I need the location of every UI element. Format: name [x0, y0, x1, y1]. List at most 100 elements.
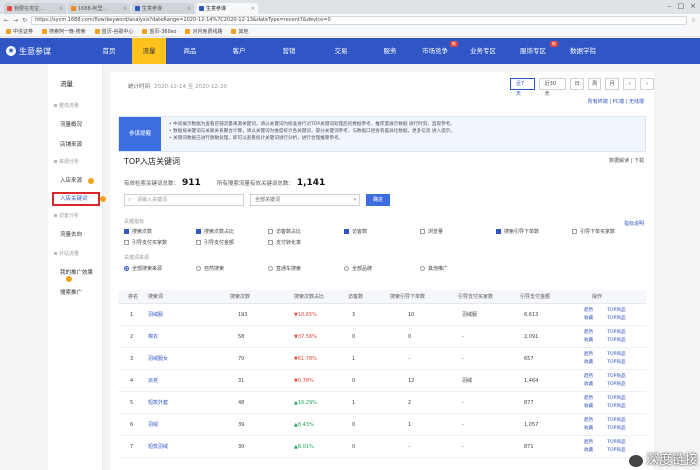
th-visitors[interactable]: 访客数	[348, 290, 363, 304]
browser-tab[interactable]: 1688-阿里... ×	[68, 3, 130, 14]
source-radio[interactable]: 全部搜索来源	[124, 265, 162, 272]
sidebar-item-search-promotion[interactable]: 搜索推广	[48, 288, 103, 296]
metric-checkbox[interactable]: 搜索次数	[124, 228, 152, 235]
row-action-link[interactable]: 收藏	[584, 404, 593, 409]
row-action-link[interactable]: TOP商品	[607, 360, 625, 365]
row-action-link[interactable]: TOP商品	[607, 352, 625, 357]
maximize-icon[interactable]: □	[678, 2, 685, 10]
sidebar-item-my-promotion[interactable]: 我的推广效果	[48, 268, 103, 283]
checkbox-icon[interactable]	[572, 229, 577, 234]
checkbox-icon[interactable]	[420, 229, 425, 234]
period-30d-button[interactable]: 近30天	[538, 78, 567, 97]
row-action-link[interactable]: TOP商品	[607, 374, 625, 379]
nav-item-business[interactable]: 业务专区	[458, 38, 508, 64]
source-radio[interactable]: 全部品牌	[344, 265, 372, 272]
url-input[interactable]: https://sycm.1688.com/flow/keyword/analy…	[31, 15, 687, 25]
th-ratio[interactable]: 搜索次数占比	[294, 290, 324, 304]
row-action-link[interactable]: TOP商品	[607, 308, 625, 313]
checkbox-icon[interactable]	[268, 229, 273, 234]
browser-tab-active[interactable]: 生意参谋 ×	[196, 3, 258, 14]
checkbox-icon[interactable]	[124, 240, 129, 245]
row-action-link[interactable]: TOP商品	[607, 440, 625, 445]
row-action-link[interactable]: 收藏	[584, 338, 593, 343]
row-action-link[interactable]: TOP商品	[607, 448, 625, 453]
row-action-link[interactable]: 趋势	[584, 374, 593, 379]
row-action-link[interactable]: 趋势	[584, 440, 593, 445]
radio-icon[interactable]	[124, 266, 129, 271]
period-week-button[interactable]: 周	[587, 78, 602, 90]
source-radio[interactable]: 自然搜索	[196, 265, 224, 272]
radio-icon[interactable]	[420, 266, 425, 271]
radio-icon[interactable]	[196, 266, 201, 271]
nav-item-marketing[interactable]: 营销	[264, 38, 314, 64]
radio-icon[interactable]	[344, 266, 349, 271]
metric-checkbox[interactable]: 浏览量	[420, 228, 443, 235]
row-action-link[interactable]: 趋势	[584, 308, 593, 313]
browser-tab[interactable]: 我要在淘宝... ×	[4, 3, 66, 14]
th-amount[interactable]: 引导支付金额	[520, 290, 550, 304]
sidebar-item-entry-keywords[interactable]: 入店关键词	[52, 192, 100, 206]
prev-icon[interactable]: ‹	[622, 78, 637, 90]
metric-checkbox[interactable]: 搜索次数占比	[196, 228, 234, 235]
row-action-link[interactable]: TOP商品	[607, 338, 625, 343]
bookmark[interactable]: 对内免费线路	[185, 28, 222, 35]
checkbox-icon[interactable]	[268, 240, 273, 245]
th-orders[interactable]: 搜索引导下单数	[390, 290, 425, 304]
row-action-link[interactable]: TOP商品	[607, 396, 625, 401]
checkbox-icon[interactable]	[344, 229, 349, 234]
row-action-link[interactable]: TOP商品	[607, 330, 625, 335]
browser-tab[interactable]: 生意参谋 ×	[132, 3, 194, 14]
metric-checkbox[interactable]: 支付转化率	[268, 239, 301, 246]
td-keyword[interactable]: 羽绒服	[148, 304, 163, 326]
metric-checkbox[interactable]: 引导支付买家数	[124, 239, 167, 246]
row-action-link[interactable]: 收藏	[584, 448, 593, 453]
th-searches[interactable]: 搜索次数	[230, 290, 250, 304]
close-icon[interactable]: ×	[185, 6, 191, 12]
bookmark[interactable]: 中信证券	[6, 28, 33, 35]
source-radio[interactable]: 其他推广	[420, 265, 448, 272]
nav-item-home[interactable]: 首页	[86, 38, 132, 64]
checkbox-icon[interactable]	[124, 229, 129, 234]
row-action-link[interactable]: TOP商品	[607, 426, 625, 431]
close-window-icon[interactable]: ×	[690, 2, 696, 10]
period-month-button[interactable]: 月	[605, 78, 619, 90]
row-action-link[interactable]: 趋势	[584, 418, 593, 423]
sidebar-item-entry-source[interactable]: 入店来源	[48, 176, 103, 184]
bookmark[interactable]: 搜索阿一晚·搜索	[42, 28, 86, 35]
nav-item-trade[interactable]: 交易	[314, 38, 368, 64]
confirm-button[interactable]: 确定	[366, 194, 390, 206]
td-keyword[interactable]: 棉衣	[148, 326, 158, 348]
metric-checkbox[interactable]: 引导支付金额	[196, 239, 234, 246]
row-action-link[interactable]: 收藏	[584, 426, 593, 431]
nav-item-traffic[interactable]: 流量	[132, 38, 166, 64]
close-icon[interactable]: ×	[57, 6, 63, 12]
metric-help-link[interactable]: 指标说明	[624, 220, 644, 227]
nav-item-customers[interactable]: 客户	[214, 38, 264, 64]
nav-item-academy[interactable]: 数据学院	[558, 38, 608, 64]
td-keyword[interactable]: 羽绒	[148, 414, 158, 436]
forward-icon[interactable]: →	[13, 17, 18, 24]
row-action-link[interactable]: 趋势	[584, 396, 593, 401]
keyword-type-select[interactable]: 全部关键词	[250, 194, 360, 206]
row-action-link[interactable]: 趋势	[584, 330, 593, 335]
checkbox-icon[interactable]	[196, 240, 201, 245]
row-action-link[interactable]: 收藏	[584, 360, 593, 365]
keyword-search-input[interactable]: 请输入关键词	[124, 194, 244, 206]
td-keyword[interactable]: 短款羽绒	[148, 436, 168, 458]
nav-item-market[interactable]: 市场竞争新	[412, 38, 458, 64]
nav-item-products[interactable]: 商品	[166, 38, 214, 64]
metric-checkbox[interactable]: 引导下单买家数	[572, 228, 615, 235]
sidebar-item-store-source[interactable]: 店铺来源	[48, 140, 103, 148]
sidebar-item-overview[interactable]: 流量概况	[48, 120, 103, 128]
metric-checkbox[interactable]: 访客数	[344, 228, 367, 235]
reload-icon[interactable]: ↻	[22, 17, 27, 24]
row-action-link[interactable]: TOP商品	[607, 316, 625, 321]
th-buyers[interactable]: 引导支付买家数	[458, 290, 493, 304]
section-links[interactable]: 数据解读 | 下载	[609, 157, 644, 164]
nav-item-service[interactable]: 服务	[368, 38, 412, 64]
td-keyword[interactable]: 羽绒服女	[148, 348, 168, 370]
td-keyword[interactable]: 短款外套	[148, 392, 168, 414]
row-action-link[interactable]: 收藏	[584, 382, 593, 387]
sidebar-item-traffic-flow[interactable]: 流量去向	[48, 230, 103, 238]
star-icon[interactable]: ☆	[691, 17, 696, 24]
